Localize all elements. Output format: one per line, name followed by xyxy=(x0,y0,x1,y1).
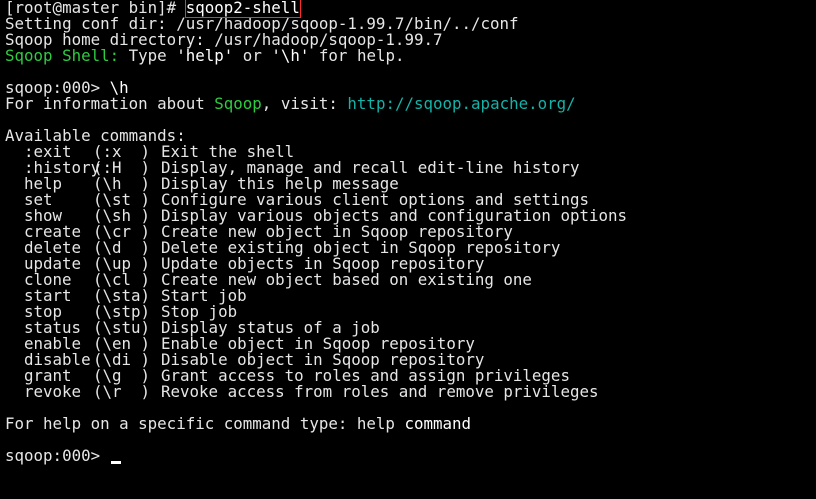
command-alias: (\r ) xyxy=(93,382,151,401)
info-pre: For information about xyxy=(5,94,215,113)
info-line: For information about Sqoop, visit: http… xyxy=(5,96,813,112)
shell-h-word: '\h' xyxy=(271,46,310,65)
help-specific-command: command xyxy=(404,414,472,433)
shell-tail-3: for help. xyxy=(309,46,405,65)
shell-tail-1: Type xyxy=(119,46,177,65)
shell-intro-line: Sqoop Shell: Type 'help' or '\h' for hel… xyxy=(5,48,813,64)
info-url[interactable]: http://sqoop.apache.org/ xyxy=(347,94,575,113)
shell-tail-2: or xyxy=(233,46,272,65)
command-row: revoke (\r ) Revoke access from roles and … xyxy=(5,384,813,400)
info-sqoop: Sqoop xyxy=(214,94,262,113)
shell-help-word: 'help' xyxy=(176,46,234,65)
text-cursor[interactable] xyxy=(110,461,121,464)
terminal-window[interactable]: [root@master bin]# sqoop2-shell Setting … xyxy=(5,0,813,499)
info-mid: , visit: xyxy=(261,94,348,113)
active-prompt-line[interactable]: sqoop:000> xyxy=(5,448,813,464)
command-name: revoke xyxy=(24,382,82,401)
command-desc: Revoke access from roles and remove priv… xyxy=(161,382,599,401)
shell-label: Sqoop Shell: xyxy=(5,46,120,65)
help-specific-pre: For help on a specific command type: hel… xyxy=(5,414,405,433)
help-specific-line: For help on a specific command type: hel… xyxy=(5,416,813,432)
sqoop-prompt: sqoop:000> xyxy=(5,446,110,465)
